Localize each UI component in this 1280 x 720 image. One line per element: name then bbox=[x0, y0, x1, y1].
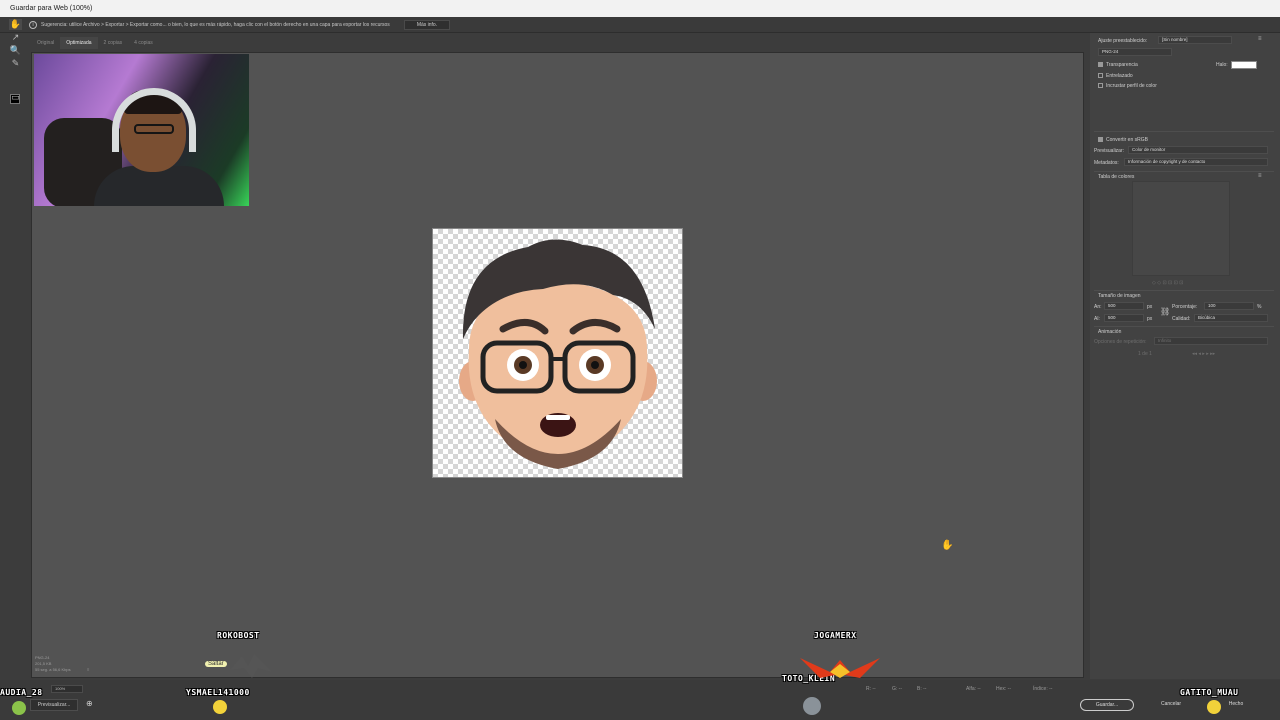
height-input[interactable]: 500 bbox=[1104, 314, 1144, 322]
status-format: PNG-24 bbox=[35, 655, 50, 660]
metadata-label: Metadatos: bbox=[1094, 160, 1119, 166]
preview-in-browser-button[interactable]: Previsualizar... bbox=[30, 699, 78, 711]
view-tabs: Original Optimizada 2 copias 4 copias bbox=[31, 37, 159, 49]
percent-unit: % bbox=[1257, 304, 1262, 310]
overlay-username: JOGAMERX bbox=[814, 631, 857, 640]
webcam-overlay bbox=[34, 54, 249, 206]
quality-label: Calidad: bbox=[1172, 316, 1191, 322]
transparency-checkbox[interactable] bbox=[1098, 62, 1103, 68]
tab-optimized[interactable]: Optimizada bbox=[60, 37, 98, 49]
link-icon[interactable]: ⛓ bbox=[1160, 307, 1170, 316]
tab-original[interactable]: Original bbox=[31, 37, 60, 49]
overlay-tag: Saltar bbox=[205, 661, 227, 667]
animation-label: Animación bbox=[1098, 329, 1122, 335]
eyedropper-tool-icon[interactable]: ✎ bbox=[9, 58, 22, 69]
slice-select-tool-icon[interactable]: ↗ bbox=[9, 32, 22, 43]
width-label: An: bbox=[1094, 304, 1102, 310]
color-table-menu-icon[interactable]: ≡ bbox=[1258, 173, 1262, 179]
percent-label: Porcentaje: bbox=[1172, 304, 1198, 310]
preset-select[interactable]: [Sin nombre] bbox=[1158, 36, 1232, 44]
bat-pet-icon bbox=[230, 654, 272, 678]
tool-bar: ✋ ↗ 🔍 ✎ ▭ bbox=[0, 17, 29, 720]
matte-label: Halo: bbox=[1216, 62, 1228, 68]
preview-select[interactable]: Color de monitor bbox=[1128, 146, 1268, 154]
frame-counter: 1 de 1 bbox=[1138, 351, 1152, 357]
overlay-username: ROKOBOST bbox=[217, 631, 260, 640]
tab-4-up[interactable]: 4 copias bbox=[128, 37, 159, 49]
optimized-image-preview[interactable] bbox=[432, 228, 683, 478]
image-size-label: Tamaño de imagen bbox=[1098, 293, 1141, 299]
matte-color-select[interactable] bbox=[1231, 61, 1257, 69]
status-size: 201,5 KB bbox=[35, 661, 52, 666]
format-select[interactable]: PNG-24 bbox=[1098, 48, 1172, 56]
overlay-username: YSMAEL141000 bbox=[186, 688, 250, 697]
loop-select[interactable]: Infinito bbox=[1154, 337, 1268, 345]
overlay-username: GATITO_MUAU bbox=[1180, 688, 1239, 697]
yellow-pet-icon bbox=[213, 700, 227, 714]
more-info-button[interactable]: Más info. bbox=[403, 19, 451, 30]
red-readout: R: -- bbox=[866, 686, 876, 692]
width-input[interactable]: 500 bbox=[1104, 302, 1144, 310]
browser-icon[interactable]: ⊕ bbox=[86, 699, 93, 708]
hint-text: Sugerencia: utilice Archivo > Exportar >… bbox=[41, 21, 390, 28]
hex-readout: Hex: -- bbox=[996, 686, 1011, 692]
interlaced-checkbox[interactable] bbox=[1098, 73, 1103, 79]
embed-profile-option[interactable]: Incrustar perfil de color bbox=[1098, 83, 1157, 89]
percent-input[interactable]: 100 bbox=[1204, 302, 1254, 310]
optimization-status: PNG-24 201,5 KB 55 seg. a 56,6 Kbps ≡ bbox=[31, 652, 1084, 678]
hint-bar: i Sugerencia: utilice Archivo > Exportar… bbox=[0, 17, 1280, 33]
transparency-option[interactable]: Transparencia bbox=[1098, 62, 1138, 68]
convert-srgb-option[interactable]: Convertir en sRGB bbox=[1098, 137, 1148, 143]
tab-2-up[interactable]: 2 copias bbox=[98, 37, 129, 49]
zoom-level-select[interactable]: 100% bbox=[51, 685, 83, 693]
animation-controls[interactable]: ◂◂ ◂ ▸ ▸ ▸▸ bbox=[1192, 351, 1215, 357]
interlaced-option[interactable]: Entrelazado bbox=[1098, 73, 1133, 79]
width-unit: px bbox=[1147, 304, 1153, 310]
green-readout: G: -- bbox=[892, 686, 902, 692]
save-button[interactable]: Guardar... bbox=[1080, 699, 1134, 711]
alpha-readout: Alfa: -- bbox=[966, 686, 981, 692]
index-readout: Índice: -- bbox=[1033, 686, 1053, 692]
streamer-body bbox=[94, 166, 224, 206]
height-label: Al: bbox=[1094, 316, 1100, 322]
status-speed: 55 seg. a 56,6 Kbps bbox=[35, 667, 71, 672]
color-table[interactable] bbox=[1132, 181, 1230, 276]
avatar-image bbox=[459, 239, 657, 469]
color-table-label: Tabla de colores bbox=[1098, 174, 1135, 180]
green-pet-icon bbox=[12, 701, 26, 715]
quality-select[interactable]: Bicúbica bbox=[1194, 314, 1268, 322]
cancel-button[interactable]: Cancelar bbox=[1149, 699, 1193, 711]
convert-srgb-checkbox[interactable] bbox=[1098, 137, 1103, 143]
preview-label: Previsualizar: bbox=[1094, 148, 1125, 154]
panel-menu-icon[interactable]: ≡ bbox=[1258, 36, 1262, 42]
info-icon: i bbox=[29, 20, 37, 29]
phoenix-pet-icon bbox=[800, 658, 880, 678]
embed-profile-checkbox[interactable] bbox=[1098, 83, 1103, 89]
gray-pet-icon bbox=[803, 697, 821, 715]
hand-cursor-icon: ✋ bbox=[941, 540, 954, 551]
toggle-slices-icon[interactable]: ▭ bbox=[9, 92, 22, 103]
height-unit: px bbox=[1147, 316, 1153, 322]
headset-icon bbox=[112, 88, 196, 152]
optimization-settings-panel: Ajuste preestablecido: [Sin nombre] ≡ PN… bbox=[1090, 33, 1280, 679]
yellow-pet-icon bbox=[1207, 700, 1221, 714]
loop-label: Opciones de repetición: bbox=[1094, 339, 1147, 345]
metadata-select[interactable]: Información de copyright y de contacto bbox=[1124, 158, 1268, 166]
status-menu-icon[interactable]: ≡ bbox=[87, 667, 89, 672]
preset-label: Ajuste preestablecido: bbox=[1098, 38, 1148, 44]
hand-tool-icon[interactable]: ✋ bbox=[9, 19, 22, 30]
blue-readout: B: -- bbox=[917, 686, 927, 692]
color-table-actions[interactable]: ◇ ◇ ⊡ ⊡ ⊡ ⊡ bbox=[1152, 280, 1183, 286]
zoom-tool-icon[interactable]: 🔍 bbox=[9, 45, 22, 56]
overlay-username: AUDIA_28 bbox=[0, 688, 43, 697]
window-title: Guardar para Web (100%) bbox=[0, 0, 1280, 17]
